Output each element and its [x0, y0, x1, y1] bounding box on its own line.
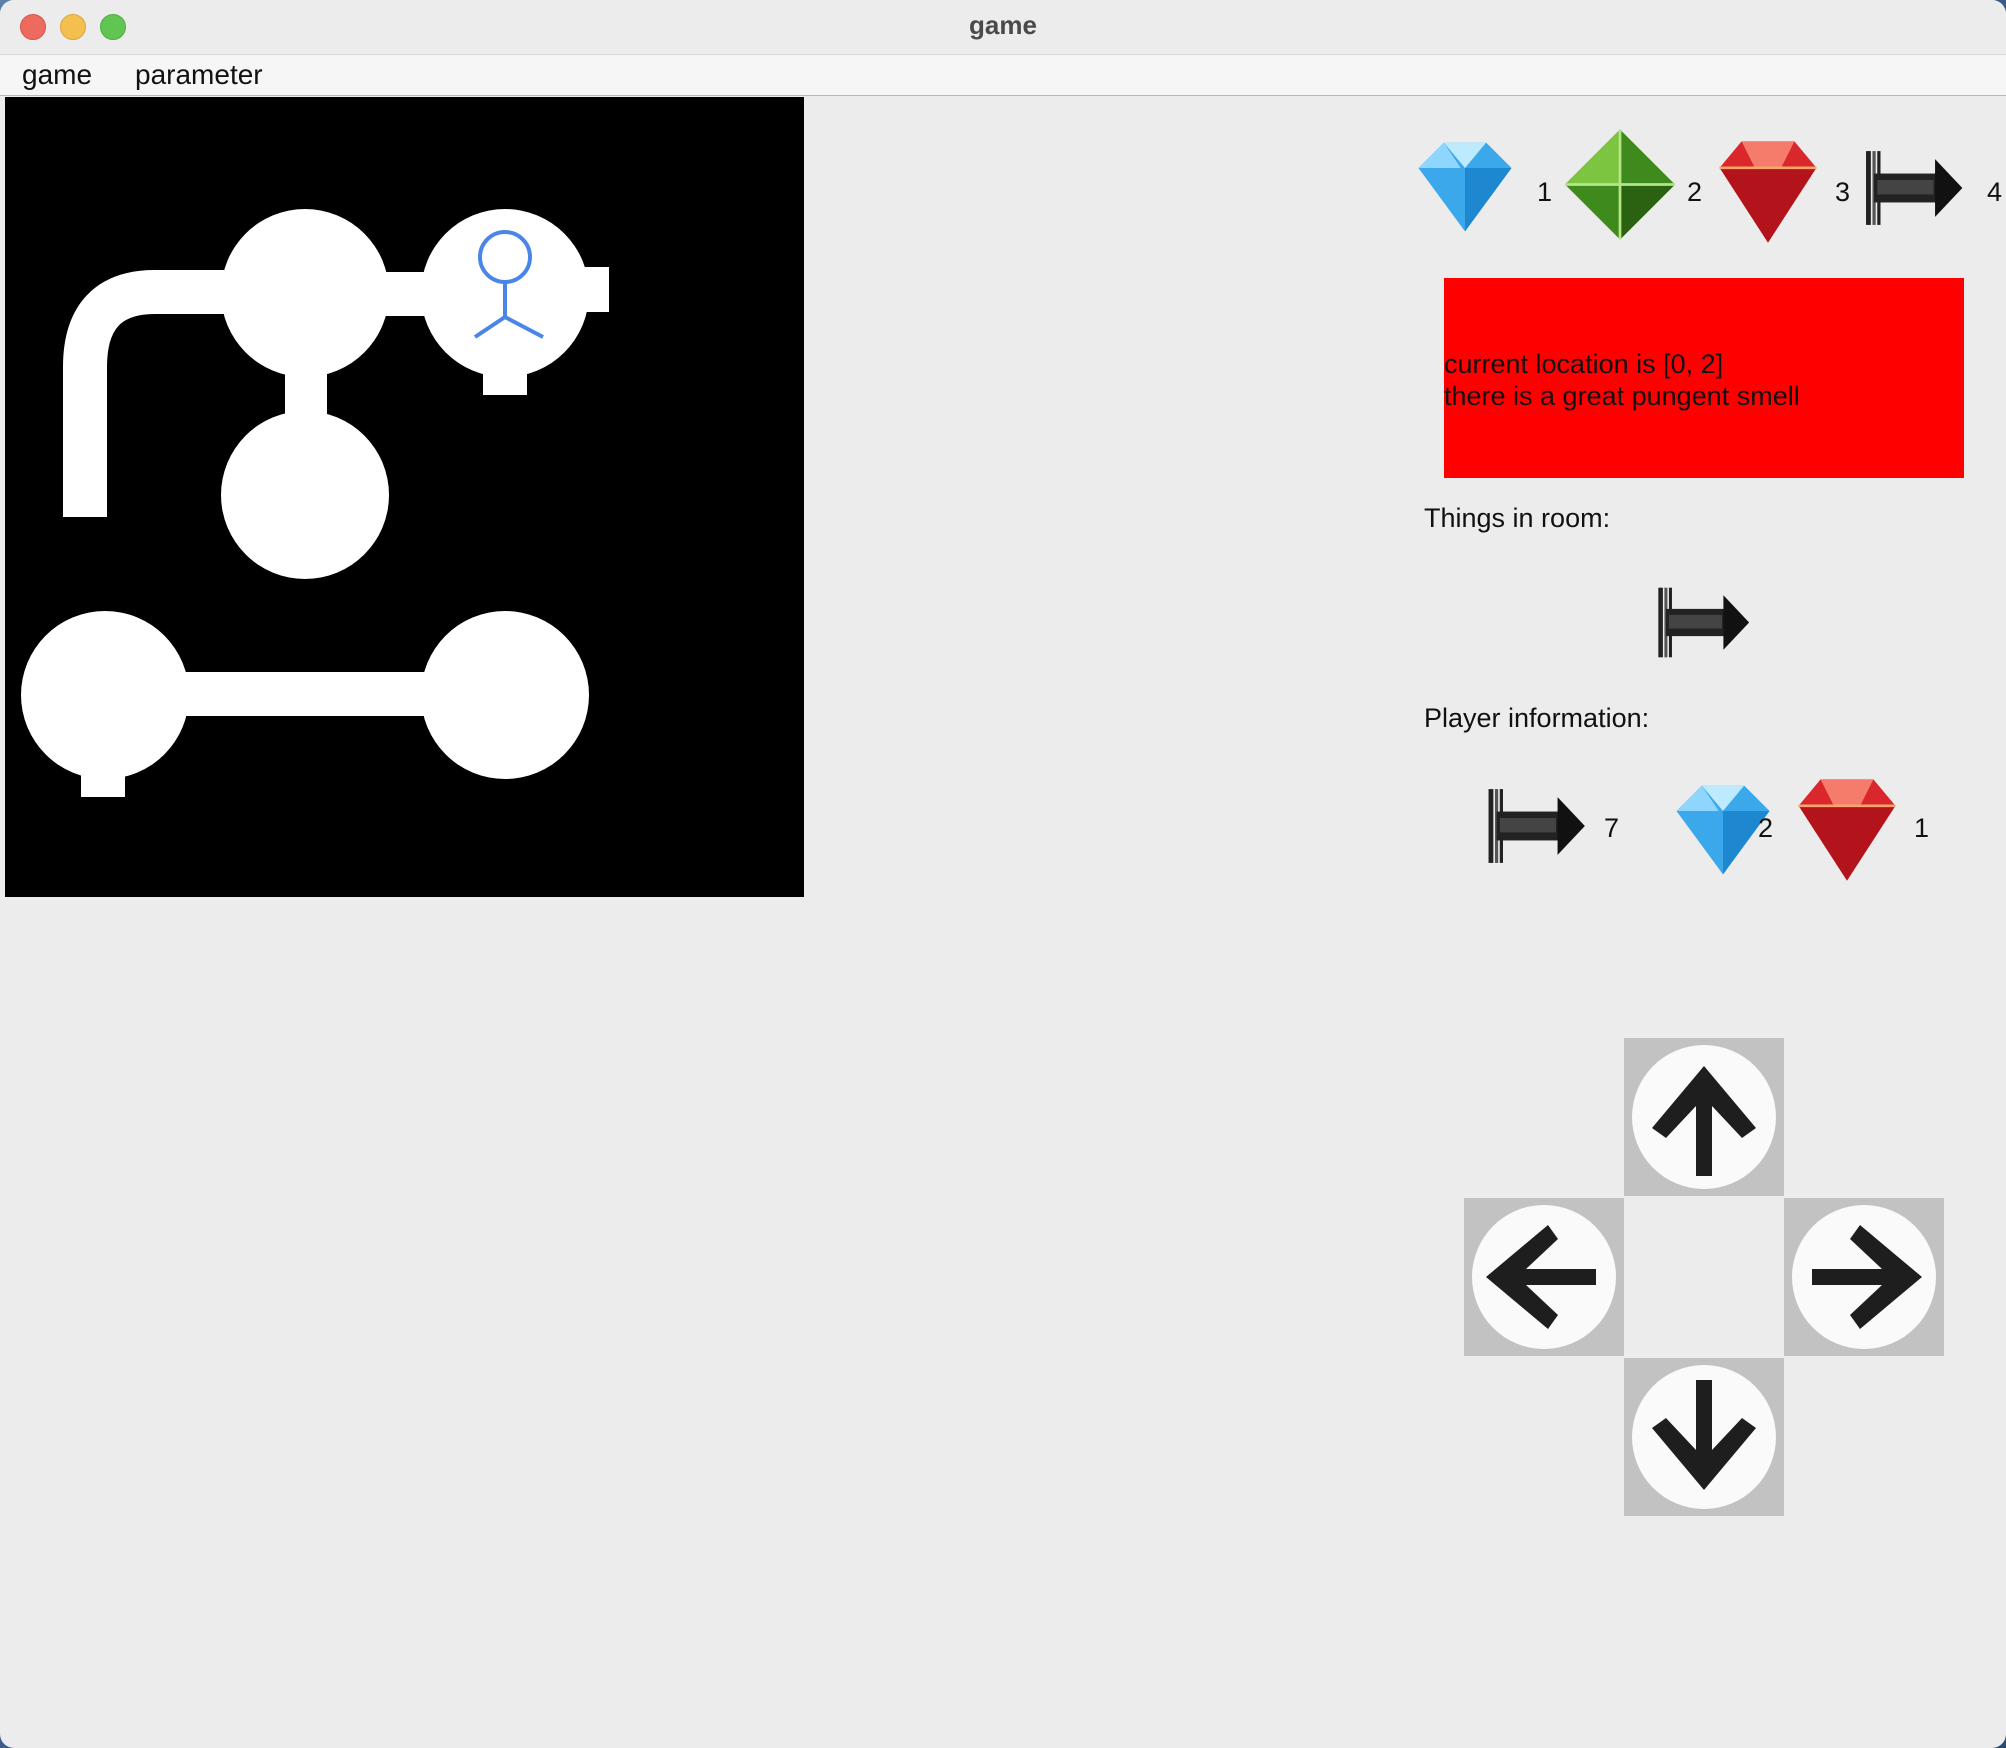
room-2-0 — [21, 611, 189, 779]
room-2-2 — [421, 611, 589, 779]
legend-count-2: 2 — [1687, 177, 1703, 207]
blue-diamond-icon — [1418, 142, 1512, 232]
title-bar: game — [0, 0, 2006, 55]
arrow-icon — [1866, 151, 1963, 225]
smell-text: there is a great pungent smell — [1444, 381, 1800, 411]
inventory-red-ruby-icon — [1797, 778, 1897, 882]
dungeon-map — [5, 97, 804, 897]
inventory-arrow-icon — [1488, 789, 1585, 863]
move-left-button[interactable] — [1464, 1198, 1624, 1356]
window-title: game — [969, 10, 1037, 40]
room-heading: Things in room: — [1424, 503, 1611, 533]
inventory-diamond-count: 2 — [1758, 813, 1774, 843]
menu-parameter[interactable]: parameter — [135, 59, 263, 91]
move-up-button[interactable] — [1624, 1038, 1784, 1196]
legend-count-1: 1 — [1537, 177, 1553, 207]
inventory-arrow-count: 7 — [1604, 813, 1620, 843]
inventory-ruby-count: 1 — [1914, 813, 1930, 843]
player-heading: Player information: — [1424, 703, 1650, 733]
move-down-button[interactable] — [1624, 1358, 1784, 1516]
status-panel: current location is [0, 2] there is a gr… — [1444, 278, 1964, 478]
down-arrow-icon — [1652, 1380, 1756, 1490]
treasure-legend: 1 2 3 4 — [1405, 127, 2005, 257]
legend-count-3: 3 — [1835, 177, 1851, 207]
right-arrow-icon — [1812, 1225, 1922, 1329]
green-gem-icon — [1565, 128, 1675, 241]
location-text: current location is [0, 2] — [1444, 349, 1724, 379]
move-right-button[interactable] — [1784, 1198, 1944, 1356]
legend-count-4: 4 — [1987, 177, 2003, 207]
red-ruby-icon — [1718, 140, 1818, 244]
menu-game[interactable]: game — [22, 59, 92, 91]
menu-bar: game parameter — [0, 55, 2006, 96]
room-0-1 — [221, 209, 389, 377]
left-arrow-icon — [1486, 1225, 1596, 1329]
room-arrow-icon — [1658, 587, 1750, 658]
game-window: game game parameter 1 2 3 4 current loca… — [0, 0, 2006, 1748]
up-arrow-icon — [1652, 1066, 1756, 1176]
room-1-1 — [221, 411, 389, 579]
